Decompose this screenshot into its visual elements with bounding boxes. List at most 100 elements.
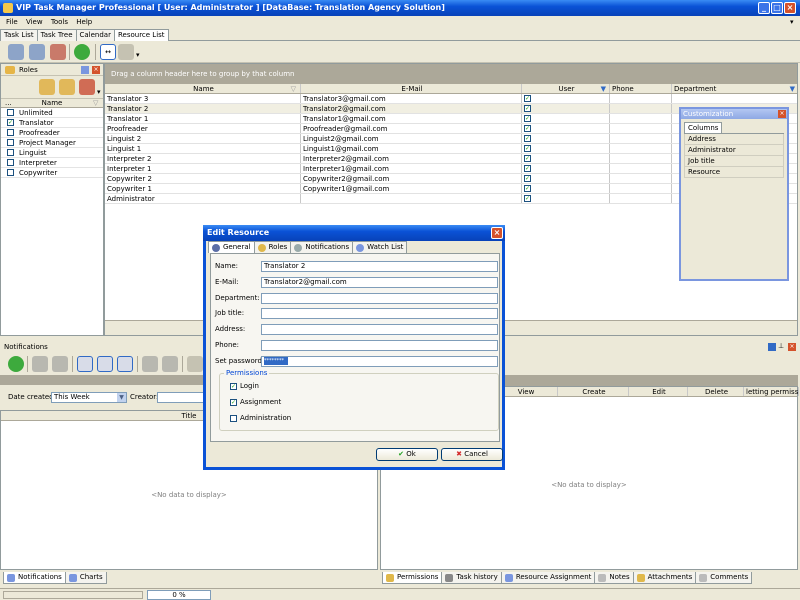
ok-button[interactable]: ✔ Ok <box>376 448 438 461</box>
cancel-button[interactable]: ✖ Cancel <box>441 448 503 461</box>
close-button[interactable]: × <box>784 2 796 14</box>
tab-permissions[interactable]: Permissions <box>382 572 443 584</box>
role-row[interactable]: Interpreter <box>1 158 103 168</box>
administration-checkbox[interactable]: Administration <box>230 414 291 422</box>
refresh-icon[interactable] <box>74 44 90 60</box>
minimize-button[interactable]: _ <box>758 2 770 14</box>
customization-item[interactable]: Resource <box>684 167 784 178</box>
tab-watch-list[interactable]: Watch List <box>352 241 408 253</box>
tab-comments[interactable]: Comments <box>695 572 753 584</box>
user-checkbox[interactable]: ✓ <box>524 175 531 182</box>
password-field[interactable]: ******** <box>261 356 498 367</box>
column-email[interactable]: E-Mail <box>301 84 522 93</box>
tab-resource-assignment[interactable]: Resource Assignment <box>500 572 596 584</box>
chevron-down-icon[interactable]: ▾ <box>136 51 140 59</box>
user-checkbox[interactable]: ✓ <box>524 95 531 102</box>
user-checkbox[interactable]: ✓ <box>524 195 531 202</box>
close-pane-icon[interactable]: × <box>92 66 100 74</box>
mark-read-icon[interactable] <box>77 356 93 372</box>
edit-role-icon[interactable] <box>59 79 75 95</box>
resource-row[interactable]: Translator 3 Translator3@gmail.com ✓ <box>105 94 797 104</box>
role-checkbox[interactable] <box>7 159 14 166</box>
tab-task-tree[interactable]: Task Tree <box>36 29 77 41</box>
menu-overflow-icon[interactable]: ▾ <box>790 16 794 28</box>
chevron-down-icon[interactable]: ▼ <box>117 393 126 402</box>
column-edit[interactable]: Edit <box>629 387 688 396</box>
tab-notes[interactable]: Notes <box>594 572 634 584</box>
filter-active-icon[interactable]: ▼ <box>601 84 606 93</box>
role-checkbox[interactable]: ✓ <box>7 119 14 126</box>
tab-notifications[interactable]: Notifications <box>3 572 66 584</box>
column-delete[interactable]: Delete <box>688 387 744 396</box>
tab-columns[interactable]: Columns <box>684 122 723 133</box>
delete-resource-icon[interactable] <box>50 44 66 60</box>
preview-icon[interactable] <box>142 356 158 372</box>
tab-roles[interactable]: Roles <box>253 241 292 253</box>
column-width-icon[interactable]: ↔ <box>100 44 116 60</box>
role-row[interactable]: Copywriter <box>1 168 103 178</box>
role-checkbox[interactable] <box>7 129 14 136</box>
pin-icon[interactable]: ⊥ <box>778 342 784 350</box>
user-checkbox[interactable]: ✓ <box>524 105 531 112</box>
tab-attachments[interactable]: Attachments <box>632 572 697 584</box>
role-checkbox[interactable] <box>7 169 14 176</box>
user-checkbox[interactable]: ✓ <box>524 145 531 152</box>
job-title-field[interactable] <box>261 308 498 319</box>
creator-select[interactable] <box>157 392 205 403</box>
maximize-button[interactable]: □ <box>771 2 783 14</box>
menu-help[interactable]: Help <box>76 18 92 26</box>
tab-calendar[interactable]: Calendar <box>75 29 115 41</box>
assignment-checkbox[interactable]: ✓ Assignment <box>230 398 281 406</box>
customization-item[interactable]: Address <box>684 134 784 145</box>
menu-tools[interactable]: Tools <box>51 18 68 26</box>
column-department[interactable]: Department ▼ <box>672 84 797 93</box>
role-checkbox[interactable] <box>7 149 14 156</box>
user-checkbox[interactable]: ✓ <box>524 125 531 132</box>
role-row[interactable]: ✓ Translator <box>1 118 103 128</box>
user-checkbox[interactable]: ✓ <box>524 115 531 122</box>
view-icon[interactable] <box>32 356 48 372</box>
email-field[interactable]: Translator2@gmail.com <box>261 277 498 288</box>
address-field[interactable] <box>261 324 498 335</box>
mark-unread-icon[interactable] <box>97 356 113 372</box>
login-checkbox[interactable]: ✓ Login <box>230 382 259 390</box>
role-row[interactable]: Linguist <box>1 148 103 158</box>
tab-general[interactable]: General <box>208 241 255 253</box>
view-all-icon[interactable] <box>52 356 68 372</box>
column-create[interactable]: Create <box>558 387 629 396</box>
role-checkbox[interactable] <box>7 139 14 146</box>
delete-role-icon[interactable] <box>79 79 95 95</box>
pin-icon[interactable] <box>81 66 89 74</box>
dialog-title-bar[interactable]: Edit Resource × <box>203 225 505 241</box>
print-icon[interactable] <box>187 356 203 372</box>
roles-column-header[interactable]: ... Name ▽ <box>1 99 103 108</box>
window-title-bar[interactable]: VIP Task Manager Professional [ User: Ad… <box>0 0 800 16</box>
filter-icon[interactable]: ▽ <box>93 99 98 108</box>
user-checkbox[interactable]: ✓ <box>524 165 531 172</box>
role-checkbox[interactable] <box>7 109 14 116</box>
column-letting-permission[interactable]: letting permission <box>744 387 799 396</box>
role-row[interactable]: Proofreader <box>1 128 103 138</box>
department-field[interactable] <box>261 293 498 304</box>
refresh-icon[interactable] <box>8 356 24 372</box>
customization-item[interactable]: Job title <box>684 156 784 167</box>
tab-notifications[interactable]: Notifications <box>290 241 354 253</box>
user-checkbox[interactable]: ✓ <box>524 155 531 162</box>
add-resource-icon[interactable] <box>8 44 24 60</box>
export-icon[interactable] <box>162 356 178 372</box>
customization-item[interactable]: Administrator <box>684 145 784 156</box>
role-row[interactable]: Unlimited <box>1 108 103 118</box>
date-created-select[interactable]: This Week ▼ <box>51 392 127 403</box>
column-name[interactable]: Name ▽ <box>105 84 301 93</box>
group-by-panel[interactable]: Drag a column header here to group by th… <box>105 64 797 84</box>
user-checkbox[interactable]: ✓ <box>524 185 531 192</box>
close-pane-icon[interactable]: × <box>788 343 796 351</box>
filter-icon[interactable]: ▽ <box>291 84 296 93</box>
tab-task-history[interactable]: Task history <box>441 572 502 584</box>
chevron-down-icon[interactable]: ▾ <box>97 88 101 96</box>
menu-file[interactable]: File <box>6 18 18 26</box>
name-field[interactable]: Translator 2 <box>261 261 498 272</box>
close-icon[interactable]: × <box>778 110 786 118</box>
tab-task-list[interactable]: Task List <box>0 29 38 41</box>
report-icon[interactable] <box>117 356 133 372</box>
